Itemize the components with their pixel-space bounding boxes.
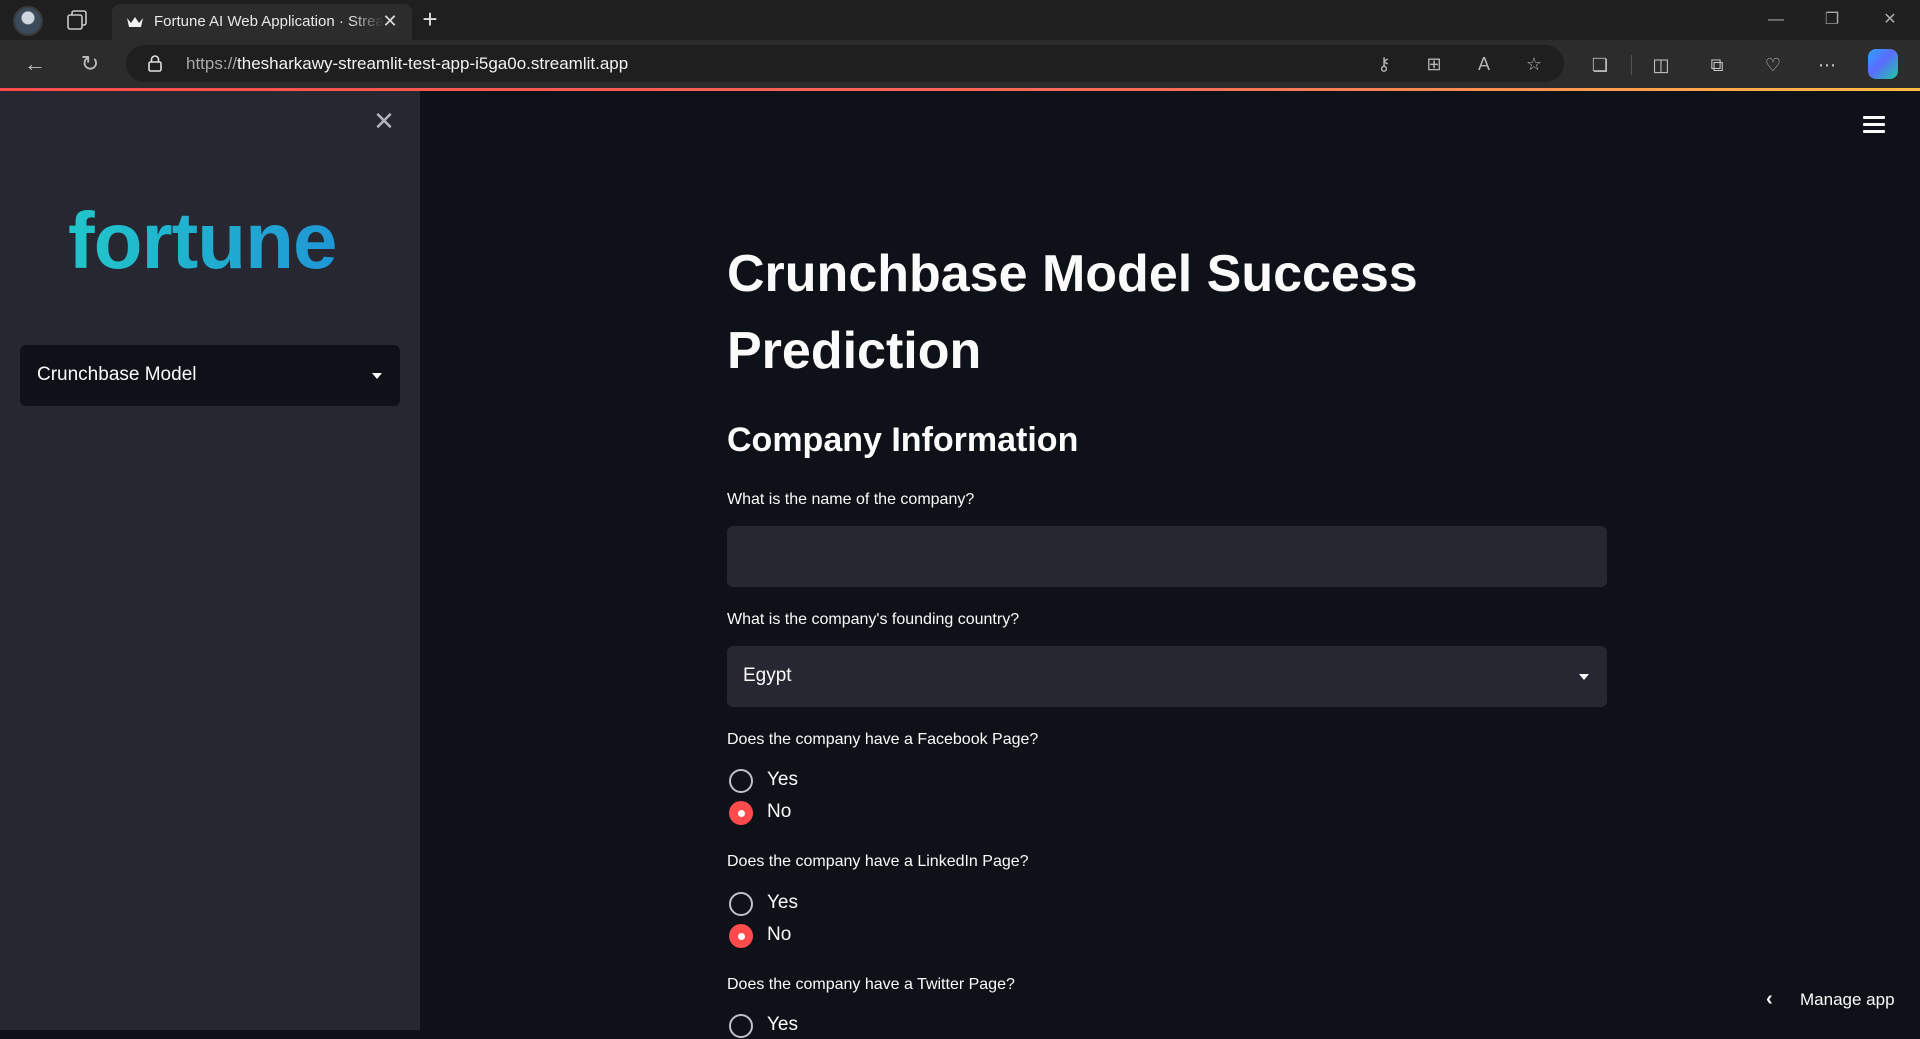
address-bar[interactable]: https://thesharkawy-streamlit-test-app-i…	[126, 45, 1564, 82]
company-name-label: What is the name of the company?	[727, 491, 975, 508]
minimize-icon[interactable]: —	[1748, 0, 1804, 40]
chevron-down-icon	[372, 373, 382, 379]
apps-icon[interactable]: ⊞	[1422, 52, 1446, 76]
radio-option-label: No	[767, 924, 792, 945]
collections-icon[interactable]: ⧉	[1704, 52, 1730, 78]
profile-avatar[interactable]	[13, 6, 43, 36]
sidebar: ✕ fortune Crunchbase Model	[0, 91, 420, 1030]
radio-circle[interactable]	[729, 892, 753, 916]
key-icon[interactable]: ⚷	[1372, 52, 1396, 76]
page-title: Crunchbase Model Success Prediction	[727, 245, 1418, 380]
page-select-value: Crunchbase Model	[37, 364, 197, 385]
browser-toolbar: ← ↻ https://thesharkawy-streamlit-test-a…	[0, 40, 1920, 88]
more-options-icon[interactable]: ⋯	[1814, 52, 1840, 78]
radio-circle[interactable]	[729, 769, 753, 793]
refresh-icon[interactable]: ↻	[76, 50, 104, 78]
lock-icon[interactable]	[148, 55, 162, 72]
radio-option-label: Yes	[767, 769, 798, 790]
browser-essentials-icon[interactable]: ♡	[1760, 52, 1786, 78]
twitter-label: Does the company have a Twitter Page?	[727, 976, 1015, 993]
extensions-icon[interactable]: ❏	[1587, 52, 1613, 78]
new-tab-icon[interactable]: +	[418, 6, 442, 34]
split-screen-icon[interactable]: ◫	[1648, 52, 1674, 78]
streamlit-crown-icon	[127, 17, 143, 27]
browser-tab-strip: Fortune AI Web Application · Streamlit ✕…	[0, 0, 1920, 40]
back-arrow-icon[interactable]: ←	[21, 50, 49, 78]
read-aloud-icon[interactable]: A	[1472, 52, 1496, 76]
tab-title: Fortune AI Web Application · Streamlit	[154, 13, 384, 30]
url-text[interactable]: https://thesharkawy-streamlit-test-app-i…	[186, 54, 628, 74]
fortune-logo: fortune	[68, 196, 338, 285]
close-tab-icon[interactable]: ✕	[380, 11, 400, 31]
close-sidebar-icon[interactable]: ✕	[372, 108, 396, 134]
founding-country-value: Egypt	[743, 665, 792, 686]
chevron-down-icon	[1579, 674, 1589, 680]
page-select[interactable]: Crunchbase Model	[20, 345, 400, 406]
radio-option-label: Yes	[767, 892, 798, 913]
window-close-icon[interactable]: ✕	[1862, 0, 1918, 40]
manage-app-label: Manage app	[1800, 990, 1895, 1009]
favorite-star-icon[interactable]: ☆	[1522, 52, 1546, 76]
founding-country-select[interactable]: Egypt	[727, 646, 1607, 707]
workspaces-icon[interactable]	[66, 10, 88, 30]
facebook-label: Does the company have a Facebook Page?	[727, 731, 1039, 748]
radio-option-label: No	[767, 801, 792, 822]
streamlit-app: ✕ fortune Crunchbase Model Crunchbase Mo…	[0, 91, 1920, 1038]
chevron-left-icon: ‹	[1766, 988, 1773, 1010]
restore-icon[interactable]: ❐	[1804, 0, 1860, 40]
section-header: Company Information	[727, 421, 1079, 459]
linkedin-label: Does the company have a LinkedIn Page?	[727, 853, 1029, 870]
radio-circle-selected[interactable]	[729, 801, 753, 825]
radio-option-label: Yes	[767, 1014, 798, 1035]
radio-circle[interactable]	[729, 1014, 753, 1038]
radio-circle-selected[interactable]	[729, 924, 753, 948]
copilot-icon[interactable]	[1868, 49, 1898, 79]
toolbar-divider	[1631, 55, 1632, 75]
hamburger-menu-icon[interactable]	[1863, 116, 1885, 134]
founding-country-label: What is the company's founding country?	[727, 611, 1020, 628]
company-name-input[interactable]	[727, 526, 1607, 587]
browser-tab-active[interactable]: Fortune AI Web Application · Streamlit ✕	[112, 4, 412, 40]
